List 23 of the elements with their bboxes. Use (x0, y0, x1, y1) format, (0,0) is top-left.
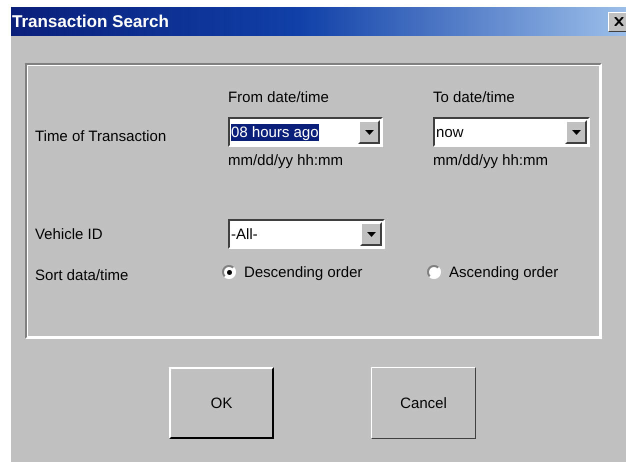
format-hint: mm/dd/yy hh:mm (228, 152, 344, 168)
column-heading: To date/time (433, 88, 515, 106)
to-date-combobox[interactable]: now (433, 117, 590, 147)
column-heading: From date/time (228, 88, 329, 106)
dropdown-button[interactable] (358, 120, 380, 144)
field-label: Time of Transaction (35, 128, 166, 144)
field-label: Sort data/time (35, 266, 128, 284)
from-date-combobox[interactable]: 08 hours ago (228, 117, 383, 147)
window-title: Transaction Search (12, 12, 169, 32)
radio-button[interactable] (222, 265, 236, 279)
close-icon (614, 17, 624, 26)
dialog-button[interactable]: Cancel (371, 367, 476, 439)
dropdown-button[interactable] (565, 120, 587, 144)
field-label: Vehicle ID (35, 226, 103, 242)
format-hint: mm/dd/yy hh:mm (433, 152, 548, 168)
vehicle-id-combobox[interactable]: -All- (228, 219, 385, 249)
caret-icon (572, 130, 580, 134)
dropdown-button[interactable] (360, 222, 382, 246)
dialog-button[interactable]: OK (169, 367, 274, 439)
close-button[interactable] (608, 12, 626, 32)
caret-icon (366, 232, 376, 236)
caret-icon (364, 130, 374, 134)
radio-button[interactable] (427, 265, 441, 279)
